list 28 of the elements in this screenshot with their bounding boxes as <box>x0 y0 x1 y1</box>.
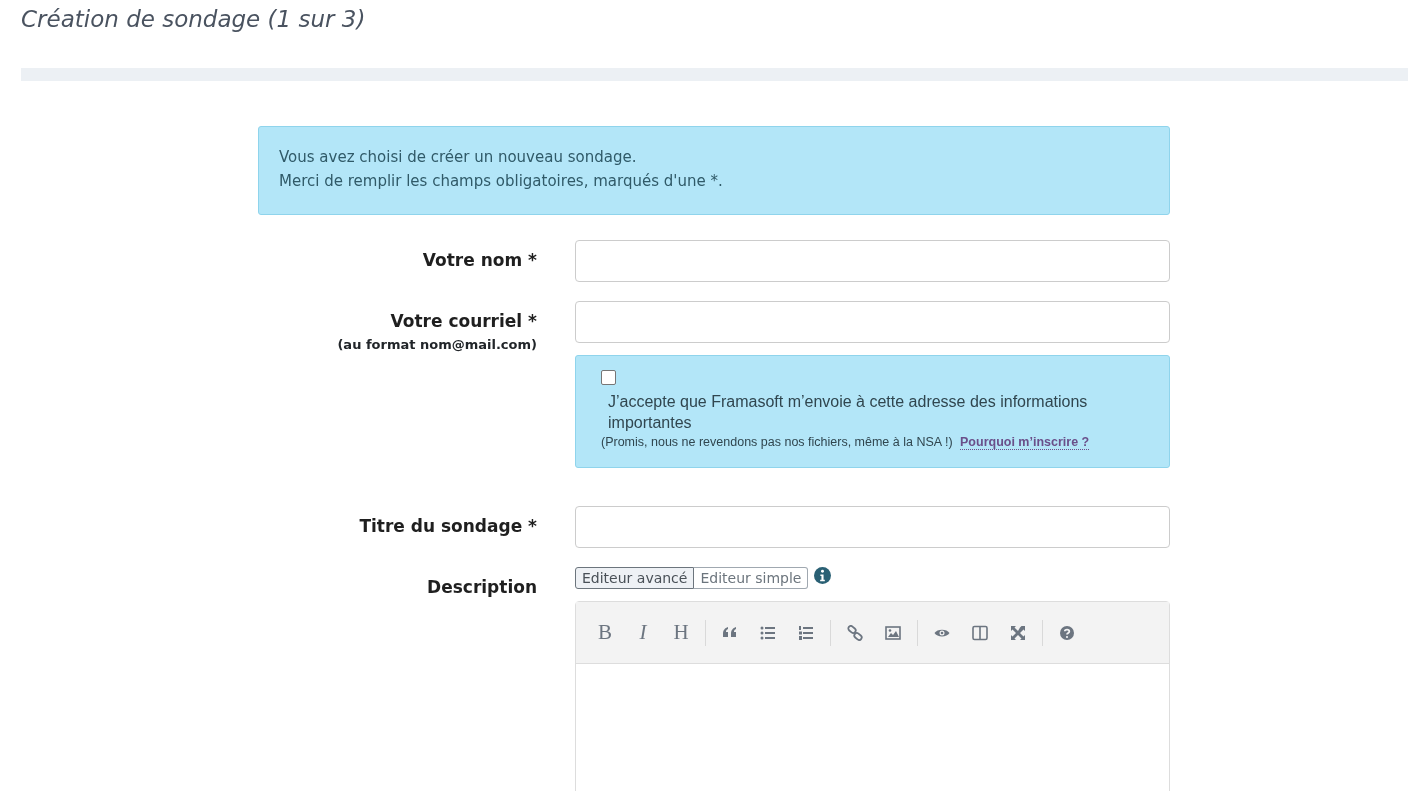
format-button[interactable]: B <box>586 617 624 648</box>
email-input[interactable] <box>575 301 1170 343</box>
columns-icon <box>972 624 988 641</box>
help-icon <box>1059 624 1075 641</box>
link-icon <box>847 624 863 641</box>
markdown-editor[interactable]: B I H <box>575 601 1170 791</box>
field-label: Description <box>427 577 537 597</box>
editor-tab[interactable]: Editeur simple <box>694 567 809 589</box>
name-input[interactable] <box>575 240 1170 282</box>
field-label: Titre du sondage * <box>359 516 537 536</box>
page-title: Création de sondage (1 sur 3) <box>20 5 367 32</box>
why-subscribe-link[interactable]: Pourquoi m’inscrire ? <box>960 435 1090 450</box>
field-label: Votre nom * <box>422 250 537 270</box>
editor-tab[interactable]: Editeur avancé <box>575 567 695 589</box>
numbered-list-icon <box>798 624 814 641</box>
bullet-list-icon <box>760 624 776 641</box>
newsletter-checkbox[interactable] <box>601 370 616 385</box>
field-hint: (au format nom@mail.com) <box>337 337 537 352</box>
image-icon <box>885 624 901 641</box>
newsletter-note: (Promis, nous ne revendons pas nos fichiers, même à la NSA !) <box>601 435 953 449</box>
info-alert: Vous avez choisi de créer un nouveau sondage. Merci de remplir les champs obligatoires, marqués d'une *. <box>258 126 1170 215</box>
format-button[interactable]: I <box>624 617 662 648</box>
title-input[interactable] <box>575 506 1170 548</box>
field-label: Votre courriel * <box>390 311 537 331</box>
fullscreen-icon <box>1010 624 1026 641</box>
format-button[interactable]: H <box>662 617 700 648</box>
newsletter-label: J’accepte que Framasoft m’envoie à cette adresse des informations importantes <box>607 392 1089 433</box>
info-icon[interactable] <box>814 567 832 584</box>
